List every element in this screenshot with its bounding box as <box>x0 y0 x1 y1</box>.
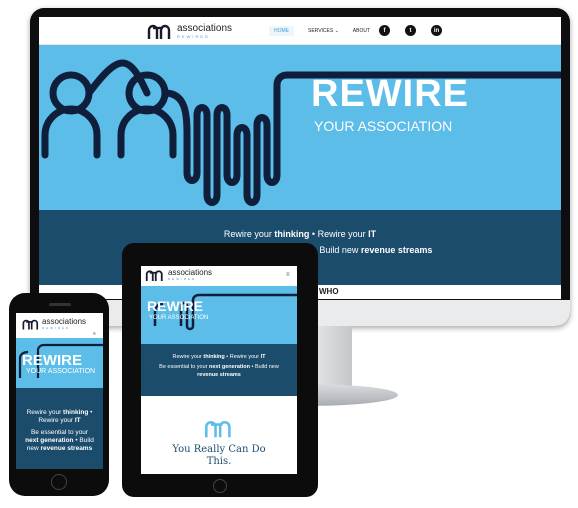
band-line-4: next generation • Build <box>16 437 103 444</box>
band-bold: IT <box>368 229 377 239</box>
band-text: Rewire your <box>172 354 204 360</box>
band-bold: revenue streams <box>360 245 433 255</box>
device-mockup: associations REWIRED HOME SERVICES ⌄ ABO… <box>0 0 578 508</box>
logo-icon <box>204 418 234 443</box>
tagline-line-1: You Really Can Do <box>172 444 266 455</box>
hero-wire-graphic <box>41 59 561 206</box>
desktop-menu: HOME SERVICES ⌄ ABOUT <box>269 26 370 36</box>
section-heading-peek: WHO <box>319 287 339 296</box>
twitter-icon[interactable]: t <box>405 25 416 36</box>
band-text: • <box>88 409 93 416</box>
phone-speaker <box>49 303 71 306</box>
logo-icon <box>145 269 165 281</box>
band-text: • Build <box>73 437 94 444</box>
band-bold: thinking <box>63 409 89 416</box>
facebook-icon[interactable]: f <box>379 25 390 36</box>
desktop-hero: REWIRE YOUR ASSOCIATION <box>39 45 561 210</box>
phone-logo[interactable]: associations REWIRED <box>22 318 86 330</box>
band-line-2: Rewire your IT <box>16 417 103 424</box>
logo-tagline: REWIRED <box>168 277 197 281</box>
band-text: Rewire your <box>223 229 275 239</box>
band-line-3: revenue streams <box>141 372 297 378</box>
logo-text: associations <box>168 268 213 277</box>
nav-about[interactable]: ABOUT <box>353 28 370 34</box>
band-line-3: Be essential to your <box>16 429 103 436</box>
band-text: Be essential to your <box>30 429 89 436</box>
hero-title: REWIRE <box>22 352 82 369</box>
tablet-navbar: associations REWIRED ≡ <box>141 266 297 286</box>
menu-icon[interactable]: ≡ <box>286 272 290 278</box>
hero-title: REWIRE <box>311 73 469 115</box>
band-line-5: new revenue streams <box>16 445 103 452</box>
nav-services[interactable]: SERVICES ⌄ <box>308 28 339 34</box>
phone-hero: REWIRE YOUR ASSOCIATION <box>16 338 103 388</box>
tablet-logo[interactable]: associations REWIRED <box>145 269 212 281</box>
band-text: • Rewire your <box>224 354 261 360</box>
band-bold: thinking <box>274 229 310 239</box>
band-bold: revenue streams <box>197 372 241 378</box>
band-bold: IT <box>74 417 81 424</box>
band-text: • Rewire your <box>309 229 369 239</box>
band-text: • Build new <box>249 364 279 370</box>
logo-tagline: REWIRED <box>177 33 210 39</box>
band-bold: revenue streams <box>40 445 93 452</box>
phone-home-button <box>51 474 67 490</box>
band-line-1: Rewire your thinking • Rewire your IT <box>141 354 297 360</box>
band-bold: next generation <box>209 364 250 370</box>
band-line-2: Be essential to your next generation • B… <box>141 364 297 370</box>
desktop-navbar: associations REWIRED HOME SERVICES ⌄ ABO… <box>39 17 561 45</box>
hero-title: REWIRE <box>147 298 203 314</box>
band-bold: next generation <box>25 437 74 444</box>
logo-icon <box>147 23 173 39</box>
band-text: Be essential to your <box>159 364 210 370</box>
hero-subtitle: YOUR ASSOCIATION <box>26 368 96 375</box>
band-bold: thinking <box>203 354 225 360</box>
phone-navbar: associations REWIRED ≡ <box>16 313 103 338</box>
phone-screen: associations REWIRED ≡ REWIRE YOUR ASSOC… <box>16 313 103 469</box>
logo-tagline: REWIRED <box>42 326 71 330</box>
logo-text: associations <box>177 22 233 34</box>
tablet-band <box>141 344 297 396</box>
linkedin-icon[interactable]: in <box>431 25 442 36</box>
band-text: Rewire your <box>26 409 64 416</box>
band-line-1: Rewire your thinking • <box>16 409 103 416</box>
logo-text: associations <box>42 317 87 326</box>
nav-home[interactable]: HOME <box>269 26 294 36</box>
chevron-down-icon: ⌄ <box>334 28 339 34</box>
tablet-screen: associations REWIRED ≡ REWIRE YOUR ASSOC… <box>141 266 297 474</box>
desktop-logo[interactable]: associations REWIRED <box>147 21 232 41</box>
tablet-home-button <box>213 479 227 493</box>
social-links: f t in <box>379 25 442 36</box>
hero-subtitle: YOUR ASSOCIATION <box>314 118 453 134</box>
band-text: new <box>26 445 41 452</box>
nav-services-label: SERVICES <box>308 28 334 34</box>
band-line-1: Rewire your thinking • Rewire your IT <box>39 229 561 239</box>
logo-icon <box>22 318 40 330</box>
tablet-hero: REWIRE YOUR ASSOCIATION <box>141 286 297 344</box>
band-text: Rewire your <box>38 417 75 424</box>
hero-subtitle: YOUR ASSOCIATION <box>149 315 209 321</box>
menu-icon[interactable]: ≡ <box>93 331 96 337</box>
tagline-line-2: This. <box>206 456 232 467</box>
band-bold: IT <box>260 354 266 360</box>
